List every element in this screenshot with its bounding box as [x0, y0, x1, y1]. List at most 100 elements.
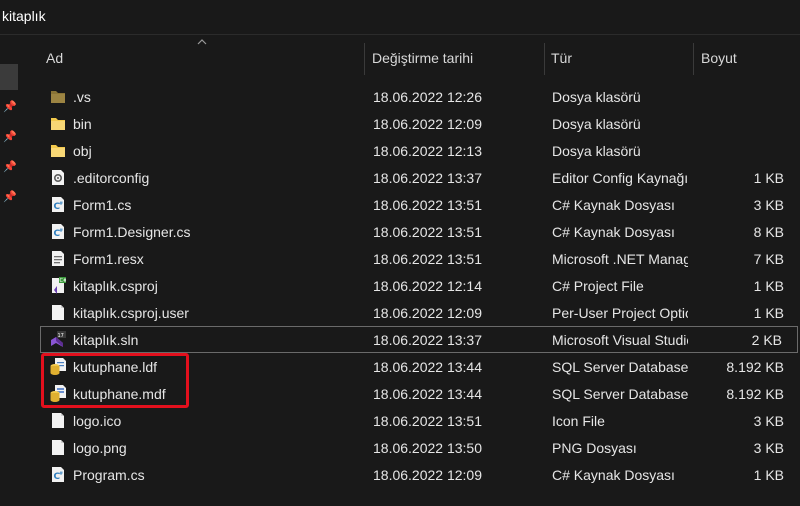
file-name: Program.cs — [73, 467, 145, 483]
column-resize-handle[interactable] — [693, 43, 694, 75]
file-size: 2 KB — [751, 332, 782, 348]
file-name: obj — [73, 143, 92, 159]
file-name: Form1.resx — [73, 251, 144, 267]
file-type: Editor Config Kaynağı — [552, 170, 688, 186]
file-modified-date: 18.06.2022 13:51 — [373, 251, 482, 267]
csharp-file-icon: C # — [50, 466, 66, 483]
file-type: Per-User Project Options File — [552, 305, 688, 321]
pin-icon[interactable]: 📌 — [3, 131, 17, 143]
file-type: Dosya klasörü — [552, 89, 641, 105]
file-row[interactable]: 17 kitaplık.sln 18.06.2022 13:37 Microsoft … — [40, 326, 798, 353]
file-type: SQL Server Database Transaction Log File — [552, 359, 688, 375]
file-row[interactable]: .editorconfig 18.06.2022 13:37 Editor Conf… — [40, 164, 800, 191]
file-modified-date: 18.06.2022 12:09 — [373, 116, 482, 132]
resx-file-icon — [50, 250, 66, 267]
title-bar: kitaplık — [0, 0, 800, 34]
file-type: C# Kaynak Dosyası — [552, 197, 675, 213]
column-header-size[interactable]: Boyut — [701, 41, 800, 75]
folder-icon — [50, 115, 66, 132]
file-name: kutuphane.mdf — [73, 386, 166, 402]
column-header-date[interactable]: Değiştirme tarihi — [372, 41, 544, 75]
title-divider — [0, 34, 800, 35]
nav-selected-item[interactable] — [0, 64, 18, 90]
column-resize-handle[interactable] — [364, 43, 365, 75]
pin-icon[interactable]: 📌 — [3, 101, 17, 113]
file-modified-date: 18.06.2022 13:44 — [373, 386, 482, 402]
file-row[interactable]: kitaplık.csproj.user 18.06.2022 12:09 Per-… — [40, 299, 800, 326]
file-row[interactable]: C # Form1.Designer.cs 18.06.2022 13:51 C# Ka… — [40, 218, 800, 245]
file-name: Form1.cs — [73, 197, 132, 213]
file-size: 3 KB — [753, 413, 784, 429]
file-name: kitaplık.sln — [73, 332, 139, 348]
file-type: C# Kaynak Dosyası — [552, 224, 675, 240]
file-modified-date: 18.06.2022 13:51 — [373, 197, 482, 213]
column-header-type[interactable]: Tür — [551, 41, 693, 75]
file-modified-date: 18.06.2022 12:13 — [373, 143, 482, 159]
file-size: 8.192 KB — [726, 359, 784, 375]
column-header-name[interactable]: Ad — [46, 41, 364, 75]
file-name: Form1.Designer.cs — [73, 224, 191, 240]
file-size: 3 KB — [753, 440, 784, 456]
csharp-file-icon: C # — [50, 196, 66, 213]
file-name: logo.png — [73, 440, 127, 456]
file-name: bin — [73, 116, 92, 132]
file-row[interactable]: C # Program.cs 18.06.2022 12:09 C# Kaynak Do… — [40, 461, 800, 488]
file-row[interactable]: C # Form1.cs 18.06.2022 13:51 C# Kaynak Dosy… — [40, 191, 800, 218]
svg-text:#: # — [59, 201, 63, 207]
file-modified-date: 18.06.2022 13:37 — [373, 170, 482, 186]
file-modified-date: 18.06.2022 13:51 — [373, 413, 482, 429]
file-modified-date: 18.06.2022 12:14 — [373, 278, 482, 294]
file-size: 8.192 KB — [726, 386, 784, 402]
file-name: .editorconfig — [73, 170, 150, 186]
file-size: 3 KB — [753, 197, 784, 213]
svg-text:17: 17 — [58, 333, 64, 339]
file-row[interactable]: logo.ico 18.06.2022 13:51 Icon File 3 KB — [40, 407, 800, 434]
csproj-file-icon: C# — [50, 277, 67, 294]
file-type: C# Kaynak Dosyası — [552, 467, 675, 483]
file-name: kitaplık.csproj.user — [73, 305, 189, 321]
window-title: kitaplık — [2, 8, 46, 24]
file-name: logo.ico — [73, 413, 122, 429]
file-type: PNG Dosyası — [552, 440, 637, 456]
file-modified-date: 18.06.2022 13:44 — [373, 359, 482, 375]
blank-file-icon — [50, 439, 66, 456]
svg-text:#: # — [59, 228, 63, 234]
file-type: Icon File — [552, 413, 605, 429]
folder-dark-icon — [50, 88, 66, 105]
gear-file-icon — [50, 169, 66, 186]
file-row[interactable]: bin 18.06.2022 12:09 Dosya klasörü — [40, 110, 800, 137]
blank-file-icon — [50, 412, 66, 429]
folder-icon — [50, 142, 66, 159]
file-modified-date: 18.06.2022 13:50 — [373, 440, 482, 456]
file-row[interactable]: logo.png 18.06.2022 13:50 PNG Dosyası 3 KB — [40, 434, 800, 461]
file-type: Microsoft .NET Managed Resources File — [552, 251, 688, 267]
csharp-file-icon: C # — [50, 223, 66, 240]
file-modified-date: 18.06.2022 13:51 — [373, 224, 482, 240]
file-row[interactable]: kutuphane.ldf 18.06.2022 13:44 SQL Server … — [40, 353, 800, 380]
file-row[interactable]: C# kitaplık.csproj 18.06.2022 12:14 C# Proj… — [40, 272, 800, 299]
database-file-icon — [50, 385, 66, 402]
file-type: Dosya klasörü — [552, 116, 641, 132]
blank-file-icon — [50, 304, 66, 321]
file-row[interactable]: obj 18.06.2022 12:13 Dosya klasörü — [40, 137, 800, 164]
file-modified-date: 18.06.2022 12:09 — [373, 305, 482, 321]
column-resize-handle[interactable] — [544, 43, 545, 75]
column-header-row: Ad Değiştirme tarihi Tür Boyut — [40, 39, 800, 75]
pin-icon[interactable]: 📌 — [3, 161, 17, 173]
pin-icon[interactable]: 📌 — [3, 191, 17, 203]
svg-text:#: # — [59, 471, 63, 477]
file-modified-date: 18.06.2022 12:09 — [373, 467, 482, 483]
file-modified-date: 18.06.2022 13:37 — [373, 332, 482, 348]
file-row[interactable]: .vs 18.06.2022 12:26 Dosya klasörü — [40, 83, 800, 110]
svg-text:C#: C# — [60, 278, 67, 284]
file-size: 1 KB — [753, 278, 784, 294]
file-type: Microsoft Visual Studio Solution — [552, 332, 688, 348]
file-size: 1 KB — [753, 467, 784, 483]
file-name: kutuphane.ldf — [73, 359, 158, 375]
file-type: C# Project File — [552, 278, 644, 294]
file-size: 1 KB — [753, 170, 784, 186]
file-name: kitaplık.csproj — [73, 278, 158, 294]
file-type: Dosya klasörü — [552, 143, 641, 159]
file-row[interactable]: Form1.resx 18.06.2022 13:51 Microsoft .NET… — [40, 245, 800, 272]
file-row[interactable]: kutuphane.mdf 18.06.2022 13:44 SQL Server … — [40, 380, 800, 407]
